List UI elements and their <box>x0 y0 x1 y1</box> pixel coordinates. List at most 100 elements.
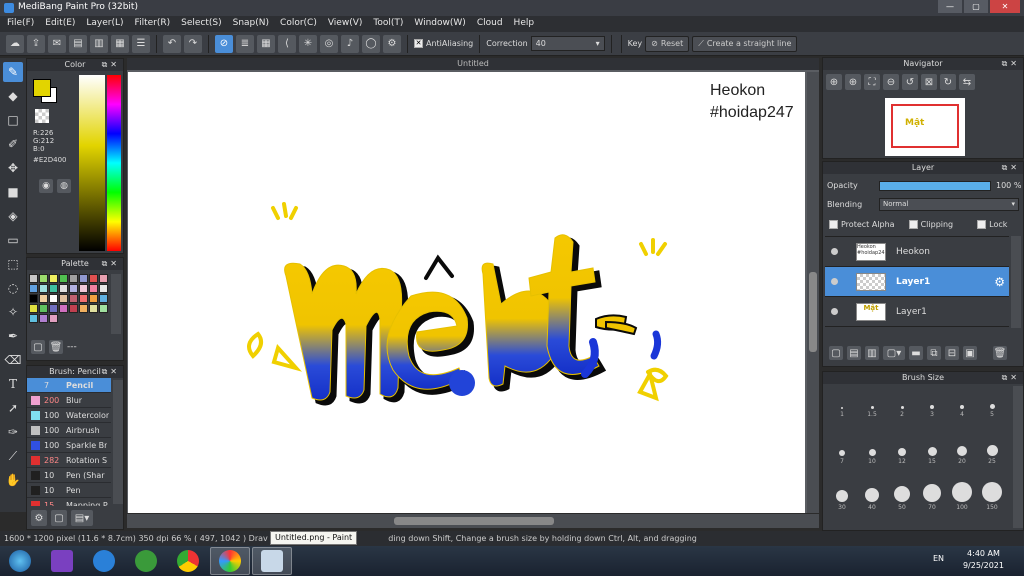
taskbar-ie[interactable] <box>84 547 124 575</box>
palette-swatch[interactable] <box>89 284 98 293</box>
palette-swatch[interactable] <box>99 294 108 303</box>
layer-add-menu-icon[interactable]: ▢▾ <box>883 346 905 360</box>
vanishing-snap-icon[interactable]: ⟨ <box>278 34 296 53</box>
comment-icon[interactable]: ✉ <box>48 34 66 53</box>
brush-size-option[interactable]: 4 <box>947 388 977 418</box>
hand-tool-icon[interactable]: ✋ <box>3 470 23 490</box>
panel-close-icon[interactable]: ⧉✕ <box>102 366 120 378</box>
palette-swatch[interactable] <box>99 274 108 283</box>
eye-icon[interactable] <box>831 278 838 285</box>
radial-snap-icon[interactable]: ✳ <box>299 34 317 53</box>
new-8bit-icon[interactable]: ▥ <box>865 346 879 360</box>
add-brush-icon[interactable]: ▢ <box>51 510 67 526</box>
palette-swatch[interactable] <box>89 294 98 303</box>
brush-size-option[interactable]: 3 <box>917 388 947 418</box>
brush-item[interactable]: 15 Mapping P <box>27 498 111 506</box>
new-layer-icon[interactable]: ▢ <box>829 346 843 360</box>
layer-row[interactable]: Mật Layer1 <box>825 297 1009 327</box>
brush-item[interactable]: 10 Pen (Shar <box>27 468 111 483</box>
undo-icon[interactable]: ↶ <box>163 34 181 53</box>
palette-swatch[interactable] <box>59 304 68 313</box>
move-tool-icon[interactable]: ✥ <box>3 158 23 178</box>
brush-item[interactable]: 7 Pencil <box>27 378 111 393</box>
snap-off-icon[interactable]: ⊘ <box>215 34 233 53</box>
layer-row[interactable]: Heokon #hoidap247 Heokon <box>825 237 1009 267</box>
minimize-button[interactable]: — <box>938 0 962 13</box>
transparent-swatch[interactable] <box>35 109 49 123</box>
text-tool-icon[interactable]: T <box>3 374 23 394</box>
palette-swatch[interactable] <box>39 274 48 283</box>
brush-item[interactable]: 100 Sparkle Br <box>27 438 111 453</box>
gradient-tool-icon[interactable]: ▭ <box>3 230 23 250</box>
horizontal-scroll-thumb[interactable] <box>394 517 554 525</box>
palette-swatch[interactable] <box>99 304 108 313</box>
eye-icon[interactable] <box>831 248 838 255</box>
taskbar-coccoc[interactable] <box>126 547 166 575</box>
lock-toggle[interactable]: Lock <box>977 220 1007 229</box>
new-halftone-icon[interactable]: ▤ <box>847 346 861 360</box>
brush-size-option[interactable]: 50 <box>887 481 917 511</box>
palette-swatch[interactable] <box>39 304 48 313</box>
palette-swatch[interactable] <box>49 314 58 323</box>
brush-size-option[interactable]: 25 <box>977 435 1007 465</box>
antialias-toggle[interactable]: ✕ AntiAliasing <box>414 39 473 48</box>
snap-settings-icon[interactable]: ⚙ <box>383 34 401 53</box>
merge-down-icon[interactable]: ⊟ <box>945 346 959 360</box>
palette-swatch[interactable] <box>49 304 58 313</box>
palette-swatch[interactable] <box>29 294 38 303</box>
palette-swatch[interactable] <box>79 294 88 303</box>
duplicate-layer-icon[interactable]: ⧉ <box>927 346 941 360</box>
zoom-in-icon[interactable]: ⊕ <box>826 74 842 90</box>
divide-tool-icon[interactable]: ⟋ <box>3 446 23 466</box>
opacity-slider[interactable] <box>879 181 991 191</box>
menu-file[interactable]: File(F) <box>2 16 40 32</box>
fit-icon[interactable]: ⛶ <box>864 74 880 90</box>
correction-select[interactable]: 40 ▾ <box>530 36 605 51</box>
antialias-checkbox[interactable]: ✕ <box>414 39 423 48</box>
vertical-scroll-thumb[interactable] <box>809 272 817 352</box>
brush-scrollbar[interactable] <box>113 380 123 504</box>
brush-size-option[interactable]: 100 <box>947 481 977 511</box>
brush-size-option[interactable]: 2 <box>887 388 917 418</box>
save-icon[interactable]: ▥ <box>90 34 108 53</box>
palette-swatch[interactable] <box>69 284 78 293</box>
menu-help[interactable]: Help <box>509 16 541 32</box>
palette-swatch[interactable] <box>59 274 68 283</box>
cloud-icon[interactable]: ☁ <box>6 34 24 53</box>
grid-icon[interactable]: ▦ <box>111 34 129 53</box>
palette-swatch[interactable] <box>29 284 38 293</box>
palette-swatch[interactable] <box>69 304 78 313</box>
zoom-out-icon[interactable]: ⊖ <box>883 74 899 90</box>
menu-view[interactable]: View(V) <box>323 16 369 32</box>
dot-tool-icon[interactable]: □ <box>3 110 23 130</box>
palette-swatch[interactable] <box>29 314 38 323</box>
rotate-right-icon[interactable]: ↻ <box>940 74 956 90</box>
shape-tool-icon[interactable]: ■ <box>3 182 23 202</box>
color-wheel-icon[interactable]: ◉ <box>39 179 53 193</box>
brush-size-option[interactable]: 30 <box>827 481 857 511</box>
menu-snap[interactable]: Snap(N) <box>228 16 275 32</box>
zoom-in-2-icon[interactable]: ⊕ <box>845 74 861 90</box>
brush-menu-icon[interactable]: ▤▾ <box>71 510 93 526</box>
palette-swatch[interactable] <box>49 294 58 303</box>
lock-checkbox[interactable] <box>977 220 987 229</box>
brush-size-option[interactable]: 1.5 <box>857 388 887 418</box>
palette-swatch[interactable] <box>49 274 58 283</box>
brush-settings-icon[interactable]: ⚙ <box>31 510 47 526</box>
palette-swatch[interactable] <box>79 304 88 313</box>
curve-snap-icon[interactable]: ♪ <box>341 34 359 53</box>
blur-tool-icon[interactable]: ✐ <box>3 134 23 154</box>
brush-item[interactable]: 10 Pen <box>27 483 111 498</box>
saturation-brightness-picker[interactable] <box>79 75 105 251</box>
menu-layer[interactable]: Layer(L) <box>81 16 129 32</box>
clipping-checkbox[interactable] <box>908 220 918 229</box>
eyedropper-icon[interactable]: ✑ <box>3 422 23 442</box>
panel-close-icon[interactable]: ⧉✕ <box>1002 58 1020 70</box>
palette-swatch[interactable] <box>69 294 78 303</box>
language-indicator[interactable]: EN <box>933 554 944 563</box>
palette-swatch[interactable] <box>79 274 88 283</box>
cross-snap-icon[interactable]: ▦ <box>257 34 275 53</box>
clipping-toggle[interactable]: Clipping <box>908 220 953 229</box>
menu-select[interactable]: Select(S) <box>176 16 228 32</box>
palette-swatch[interactable] <box>59 294 68 303</box>
